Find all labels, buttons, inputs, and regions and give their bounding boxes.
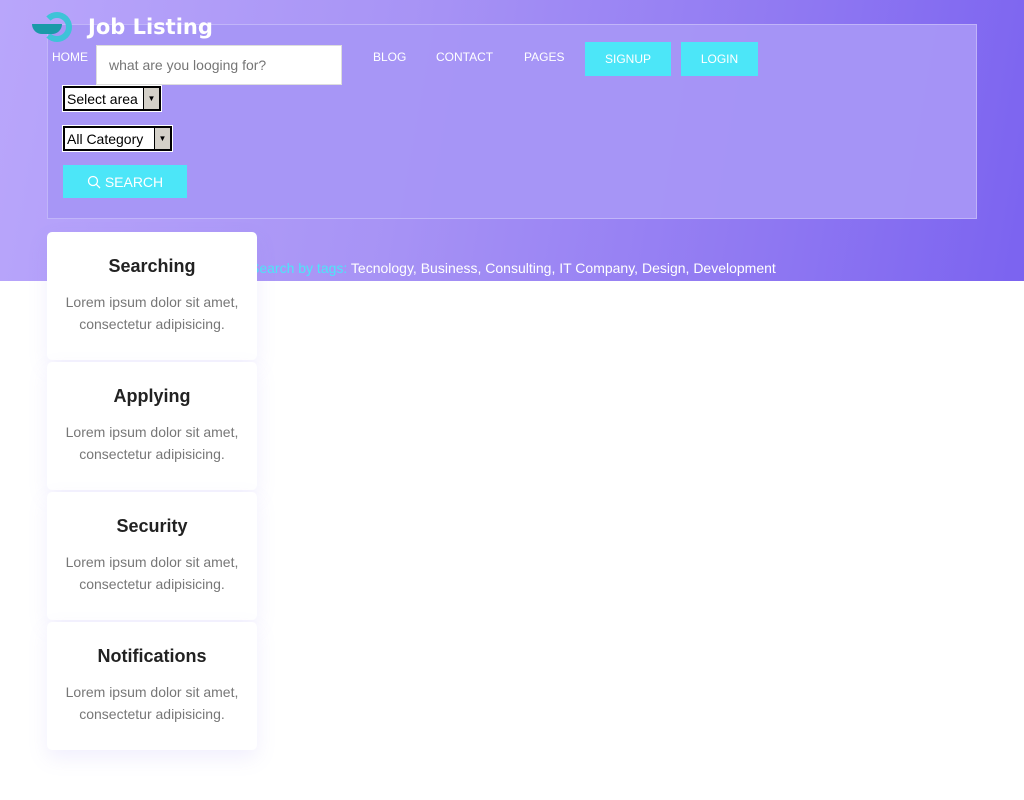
feature-title: Searching [108,256,196,276]
feature-title: Notifications [97,646,207,666]
brand-logo[interactable]: Job Listing [32,12,213,42]
search-tags: Search by tags: Tecnology, Business, Con… [250,260,776,276]
feature-card-notifications: Notifications Lorem ipsum dolor sit amet… [47,622,257,750]
login-button[interactable]: LOGIN [681,42,758,76]
feature-card-applying: Applying Lorem ipsum dolor sit amet, con… [47,362,257,490]
chevron-down-icon: ▼ [143,88,159,109]
nav-blog[interactable]: BLOG [373,50,406,64]
feature-text: Lorem ipsum dolor sit amet, consectetur … [65,424,239,462]
feature-title: Security [116,516,188,536]
search-button[interactable]: SEARCH [63,165,187,198]
tags-list[interactable]: Tecnology, Business, Consulting, IT Comp… [351,260,776,276]
search-panel: Select area ▼ All Category ▼ SEARCH [47,24,977,219]
feature-title: Applying [113,386,191,406]
brand-name: Job Listing [88,15,213,39]
search-input[interactable] [96,45,342,85]
nav-contact[interactable]: CONTACT [436,50,493,64]
feature-text: Lorem ipsum dolor sit amet, consectetur … [65,294,239,332]
feature-text: Lorem ipsum dolor sit amet, consectetur … [65,554,239,592]
feature-card-searching: Searching Lorem ipsum dolor sit amet, co… [47,232,257,360]
area-select[interactable]: Select area ▼ [62,85,162,112]
signup-button[interactable]: SIGNUP [585,42,671,76]
search-button-label: SEARCH [104,173,164,190]
category-select[interactable]: All Category ▼ [62,125,173,152]
search-icon [87,175,101,188]
logo-icon [32,12,74,42]
tags-label: Search by tags: [250,260,348,276]
nav-pages[interactable]: PAGES [524,50,564,64]
chevron-down-icon: ▼ [154,128,170,149]
area-select-value: Select area [67,90,138,107]
nav-home[interactable]: HOME [52,50,88,64]
category-select-value: All Category [67,130,144,147]
feature-card-security: Security Lorem ipsum dolor sit amet, con… [47,492,257,620]
feature-text: Lorem ipsum dolor sit amet, consectetur … [65,684,239,722]
